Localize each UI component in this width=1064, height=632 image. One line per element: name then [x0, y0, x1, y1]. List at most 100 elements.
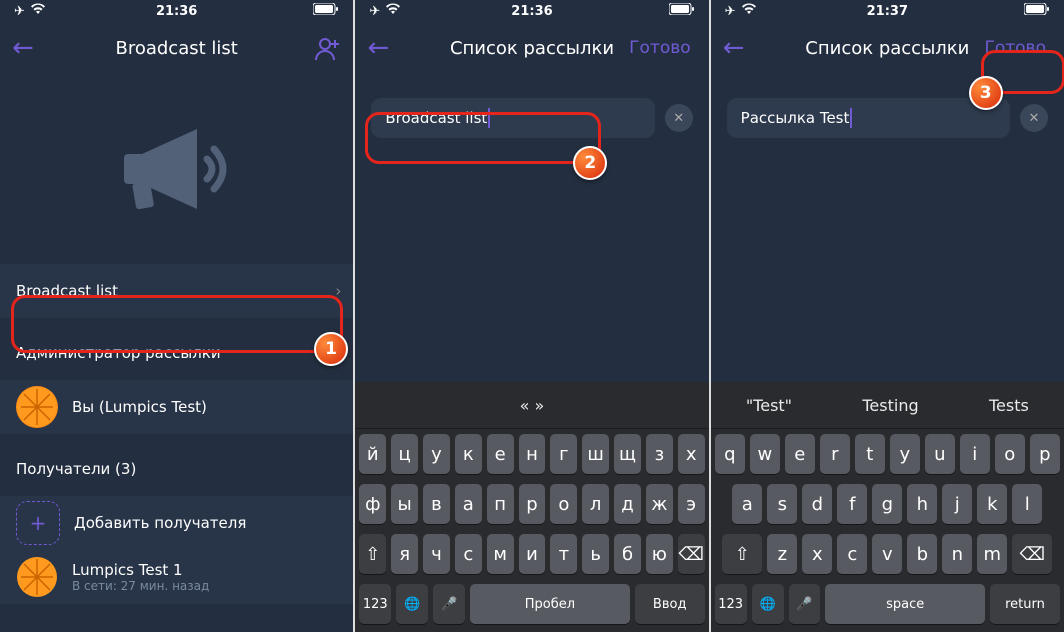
- key-c[interactable]: c: [837, 534, 867, 574]
- chevron-right-icon: ›: [335, 282, 341, 300]
- key-м[interactable]: м: [487, 534, 514, 574]
- recipient-row[interactable]: Lumpics Test 1 В сети: 27 мин. назад: [0, 550, 353, 604]
- key-d[interactable]: d: [802, 484, 832, 524]
- key-ю[interactable]: ю: [646, 534, 673, 574]
- key-x[interactable]: x: [802, 534, 832, 574]
- key-z[interactable]: z: [767, 534, 797, 574]
- avatar: [16, 386, 58, 428]
- key-m[interactable]: m: [977, 534, 1007, 574]
- page-title: Broadcast list: [115, 38, 237, 59]
- backspace-key[interactable]: ⌫: [1012, 534, 1052, 574]
- mic-key[interactable]: 🎤: [789, 584, 821, 624]
- sugg-chevrons[interactable]: « »: [520, 396, 545, 415]
- key-э[interactable]: э: [678, 484, 705, 524]
- keyboard[interactable]: "Test" Testing Tests qwertyuiop asdfghjk…: [711, 382, 1064, 632]
- done-button[interactable]: Готово: [623, 35, 697, 61]
- key-w[interactable]: w: [750, 434, 780, 474]
- key-к[interactable]: к: [455, 434, 482, 474]
- key-a[interactable]: a: [732, 484, 762, 524]
- key-u[interactable]: u: [925, 434, 955, 474]
- key-p[interactable]: p: [1030, 434, 1060, 474]
- key-я[interactable]: я: [391, 534, 418, 574]
- recipients-header: Получатели (3): [0, 434, 353, 496]
- key-o[interactable]: o: [995, 434, 1025, 474]
- key-б[interactable]: б: [614, 534, 641, 574]
- key-e[interactable]: e: [785, 434, 815, 474]
- key-п[interactable]: п: [487, 484, 514, 524]
- sugg-1[interactable]: "Test": [746, 396, 792, 415]
- key-ц[interactable]: ц: [391, 434, 418, 474]
- key-с[interactable]: с: [455, 534, 482, 574]
- key-и[interactable]: и: [519, 534, 546, 574]
- key-р[interactable]: р: [519, 484, 546, 524]
- shift-key[interactable]: ⇧: [722, 534, 762, 574]
- sugg-3[interactable]: Tests: [989, 396, 1029, 415]
- key-т[interactable]: т: [550, 534, 577, 574]
- list-name-row[interactable]: Broadcast list ›: [0, 264, 353, 318]
- backspace-key[interactable]: ⌫: [678, 534, 705, 574]
- key-у[interactable]: у: [423, 434, 450, 474]
- globe-key[interactable]: 🌐: [396, 584, 428, 624]
- key-q[interactable]: q: [715, 434, 745, 474]
- key-n[interactable]: n: [942, 534, 972, 574]
- key-l[interactable]: l: [1012, 484, 1042, 524]
- key-g[interactable]: g: [872, 484, 902, 524]
- key-r[interactable]: r: [820, 434, 850, 474]
- keyboard[interactable]: « » йцукенгшщзх фывапролджэ ⇧ячсмитьбю⌫ …: [355, 382, 708, 632]
- key-b[interactable]: b: [907, 534, 937, 574]
- globe-key[interactable]: 🌐: [752, 584, 784, 624]
- key-й[interactable]: й: [359, 434, 386, 474]
- key-л[interactable]: л: [582, 484, 609, 524]
- key-ш[interactable]: ш: [582, 434, 609, 474]
- key-t[interactable]: t: [855, 434, 885, 474]
- status-bar: ✈ 21:36: [0, 0, 353, 22]
- return-key[interactable]: return: [990, 584, 1060, 624]
- clear-button[interactable]: ✕: [665, 104, 693, 132]
- key-х[interactable]: х: [678, 434, 705, 474]
- key-i[interactable]: i: [960, 434, 990, 474]
- add-recipient-row[interactable]: + Добавить получателя: [0, 496, 353, 550]
- key-v[interactable]: v: [872, 534, 902, 574]
- key-д[interactable]: д: [614, 484, 641, 524]
- key-з[interactable]: з: [646, 434, 673, 474]
- key-ж[interactable]: ж: [646, 484, 673, 524]
- suggestion-bar[interactable]: « »: [355, 382, 708, 429]
- key-щ[interactable]: щ: [614, 434, 641, 474]
- key-ь[interactable]: ь: [582, 534, 609, 574]
- space-key[interactable]: Пробел: [470, 584, 630, 624]
- shift-key[interactable]: ⇧: [359, 534, 386, 574]
- key-y[interactable]: y: [890, 434, 920, 474]
- content-area: [711, 146, 1064, 382]
- key-k[interactable]: k: [977, 484, 1007, 524]
- key-s[interactable]: s: [767, 484, 797, 524]
- mic-key[interactable]: 🎤: [433, 584, 465, 624]
- return-key[interactable]: Ввод: [635, 584, 705, 624]
- back-button[interactable]: ←: [12, 33, 34, 63]
- name-input[interactable]: Рассылка Test: [727, 98, 1010, 138]
- key-в[interactable]: в: [423, 484, 450, 524]
- key-о[interactable]: о: [550, 484, 577, 524]
- key-ы[interactable]: ы: [391, 484, 418, 524]
- numbers-key[interactable]: 123: [715, 584, 747, 624]
- back-button[interactable]: ←: [723, 33, 745, 63]
- clear-button[interactable]: ✕: [1020, 104, 1048, 132]
- done-button[interactable]: Готово: [978, 35, 1052, 61]
- key-г[interactable]: г: [550, 434, 577, 474]
- suggestion-bar[interactable]: "Test" Testing Tests: [711, 382, 1064, 429]
- add-person-button[interactable]: [315, 36, 341, 60]
- admin-row[interactable]: Вы (Lumpics Test): [0, 380, 353, 434]
- key-н[interactable]: н: [519, 434, 546, 474]
- sugg-2[interactable]: Testing: [862, 396, 918, 415]
- page-title: Список рассылки: [805, 38, 969, 59]
- key-ч[interactable]: ч: [423, 534, 450, 574]
- key-f[interactable]: f: [837, 484, 867, 524]
- space-key[interactable]: space: [825, 584, 985, 624]
- name-input[interactable]: Broadcast list: [371, 98, 654, 138]
- key-j[interactable]: j: [942, 484, 972, 524]
- key-е[interactable]: е: [487, 434, 514, 474]
- key-а[interactable]: а: [455, 484, 482, 524]
- back-button[interactable]: ←: [367, 33, 389, 63]
- numbers-key[interactable]: 123: [359, 584, 391, 624]
- key-h[interactable]: h: [907, 484, 937, 524]
- key-ф[interactable]: ф: [359, 484, 386, 524]
